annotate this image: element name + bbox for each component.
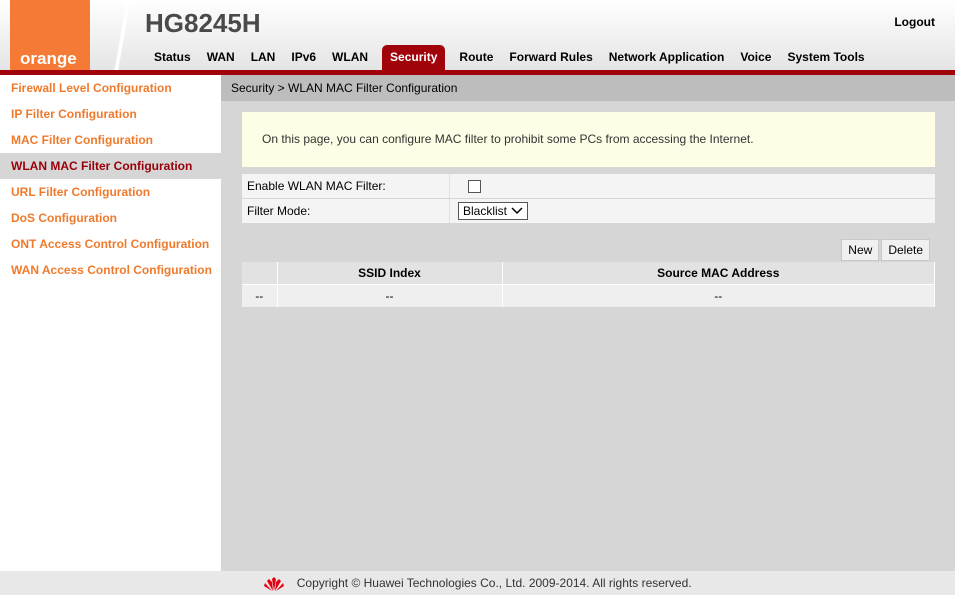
column-header-ssid-index: SSID Index [277,262,503,284]
main-nav: Status WAN LAN IPv6 WLAN Security Route Forward… [146,45,873,70]
sidebar-item-dos-configuration[interactable]: DoS Configuration [0,205,221,231]
footer: Copyright © Huawei Technologies Co., Ltd… [0,571,955,595]
orange-logo: orange [10,0,90,71]
nav-tab-forward-rules[interactable]: Forward Rules [501,45,600,70]
breadcrumb: Security > WLAN MAC Filter Configuration [221,75,955,101]
new-button[interactable]: New [841,239,880,261]
nav-tab-voice[interactable]: Voice [732,45,779,70]
sidebar-item-mac-filter-configuration[interactable]: MAC Filter Configuration [0,127,221,153]
mac-filter-table: SSID Index Source MAC Address -- -- -- [242,262,935,307]
delete-button[interactable]: Delete [881,239,930,261]
device-model: HG8245H [145,8,261,38]
nav-tab-route[interactable]: Route [451,45,501,70]
filter-mode-select[interactable]: Blacklist [458,202,529,220]
header: orange HG8245H Logout Status WAN LAN IPv6 WL… [0,0,955,71]
enable-wlan-mac-filter-checkbox[interactable] [468,179,481,193]
column-header-source-mac: Source MAC Address [502,262,935,284]
filter-mode-label: Filter Mode: [242,199,450,223]
page-description: On this page, you can configure MAC filt… [242,112,935,167]
huawei-logo-icon [264,576,285,591]
sidebar-item-wan-access-control-configuration[interactable]: WAN Access Control Configuration [0,257,221,283]
nav-tab-network-application[interactable]: Network Application [601,45,733,70]
decorative-slash [108,0,136,71]
column-header-select [242,262,278,284]
logout-link[interactable]: Logout [894,15,935,29]
sidebar-item-wlan-mac-filter-configuration[interactable]: WLAN MAC Filter Configuration [0,153,221,179]
filter-form: Enable WLAN MAC Filter: Filter Mode: Blac… [242,174,935,224]
nav-tab-lan[interactable]: LAN [243,45,284,70]
nav-tab-ipv6[interactable]: IPv6 [283,45,324,70]
cell: -- [277,283,503,307]
sidebar-item-ont-access-control-configuration[interactable]: ONT Access Control Configuration [0,231,221,257]
chevron-down-icon [511,207,523,215]
filter-mode-value: Blacklist [463,204,508,218]
enable-label: Enable WLAN MAC Filter: [242,174,450,198]
table-row[interactable]: -- -- -- [242,283,935,307]
nav-tab-wlan[interactable]: WLAN [324,45,376,70]
nav-tab-system-tools[interactable]: System Tools [779,45,872,70]
cell: -- [242,283,278,307]
nav-tab-wan[interactable]: WAN [199,45,243,70]
brand-text: orange [20,49,77,68]
cell: -- [502,283,935,307]
sidebar-item-ip-filter-configuration[interactable]: IP Filter Configuration [0,101,221,127]
nav-tab-security[interactable]: Security [382,45,446,70]
nav-tab-status[interactable]: Status [146,45,199,70]
copyright-text: Copyright © Huawei Technologies Co., Ltd… [296,576,692,590]
sidebar-item-firewall-level-configuration[interactable]: Firewall Level Configuration [0,75,221,101]
sidebar-item-url-filter-configuration[interactable]: URL Filter Configuration [0,179,221,205]
sidebar: Firewall Level Configuration IP Filter Co… [0,75,221,571]
